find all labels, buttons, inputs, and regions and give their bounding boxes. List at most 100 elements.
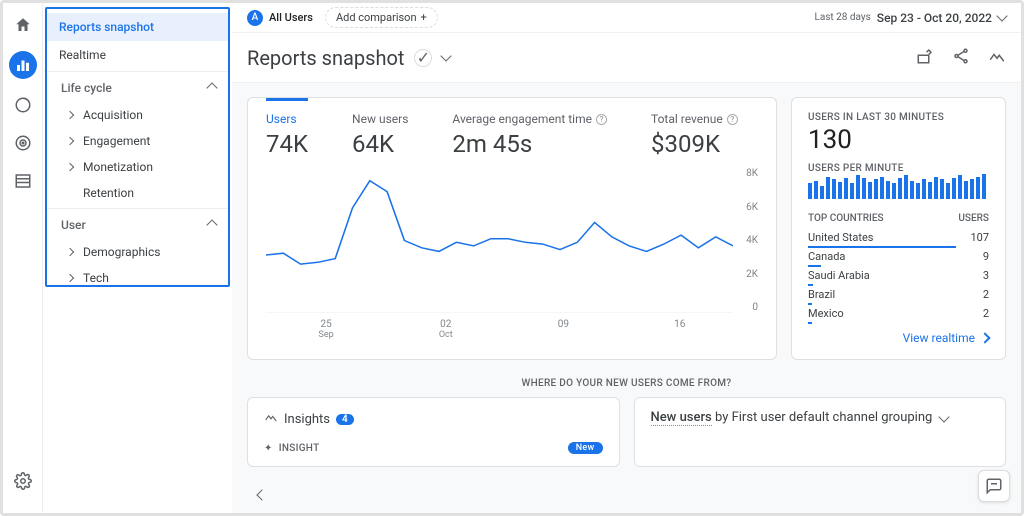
sidebar-item-label: Tech bbox=[83, 271, 109, 285]
share-icon[interactable] bbox=[952, 47, 970, 69]
overview-chart-card: Users74KNew users64KAverage engagement t… bbox=[247, 97, 777, 360]
realtime-heading: USERS IN LAST 30 MINUTES bbox=[808, 112, 989, 123]
insights-icon[interactable] bbox=[988, 47, 1006, 69]
insights-icon-small bbox=[264, 410, 278, 428]
view-realtime-label: View realtime bbox=[903, 331, 975, 345]
metric-total-revenue[interactable]: Total revenue ?$309K bbox=[651, 112, 738, 158]
segment-label[interactable]: All Users bbox=[269, 11, 313, 24]
caret-icon bbox=[66, 137, 74, 145]
verify-icon[interactable]: ✓ bbox=[414, 49, 432, 67]
sidebar-section-user[interactable]: User bbox=[47, 208, 228, 239]
customize-icon[interactable] bbox=[916, 47, 934, 69]
main: A All Users Add comparison + Last 28 day… bbox=[232, 3, 1021, 513]
new-users-source-title[interactable]: New users by First user default channel … bbox=[651, 410, 990, 425]
chevron-up-icon bbox=[206, 219, 217, 230]
metric-value: 74K bbox=[266, 130, 308, 158]
x-tick: 09 bbox=[558, 319, 569, 340]
home-icon[interactable] bbox=[11, 13, 35, 37]
spark-bar bbox=[850, 183, 854, 199]
spark-bar bbox=[934, 177, 938, 199]
country-row[interactable]: Mexico2.country-row:nth-child(5)::after{… bbox=[808, 304, 989, 323]
caret-icon bbox=[66, 274, 74, 282]
realtime-card: USERS IN LAST 30 MINUTES 130 USERS PER M… bbox=[791, 97, 1006, 360]
metric-label: Users bbox=[266, 112, 308, 126]
spark-bar bbox=[886, 181, 890, 199]
sidebar-item-reports-snapshot[interactable]: Reports snapshot bbox=[47, 13, 228, 41]
realtime-subheading: USERS PER MINUTE bbox=[808, 163, 989, 174]
country-row[interactable]: Canada9.country-row:nth-child(2)::after{… bbox=[808, 247, 989, 266]
realtime-value: 130 bbox=[808, 125, 989, 155]
spark-bar bbox=[982, 174, 986, 199]
settings-icon[interactable] bbox=[11, 469, 35, 493]
country-row[interactable]: Brazil2.country-row:nth-child(4)::after{… bbox=[808, 285, 989, 304]
y-tick: 6K bbox=[746, 202, 758, 213]
sidebar-item-retention[interactable]: Retention bbox=[47, 180, 228, 206]
spark-bar bbox=[868, 182, 872, 199]
sidebar-item-label: Realtime bbox=[59, 48, 106, 62]
sidebar-item-demographics[interactable]: Demographics bbox=[47, 239, 228, 265]
sidebar-section-label: Life cycle bbox=[61, 81, 112, 95]
country-name: Canada bbox=[808, 250, 845, 263]
add-comparison-button[interactable]: Add comparison + bbox=[325, 7, 438, 28]
nav-rail bbox=[3, 3, 43, 513]
spark-bar bbox=[952, 178, 956, 199]
add-comparison-label: Add comparison bbox=[336, 11, 417, 24]
sidebar-item-realtime[interactable]: Realtime bbox=[47, 41, 228, 69]
metric-average-engagement-time[interactable]: Average engagement time ?2m 45s bbox=[452, 112, 607, 158]
country-row[interactable]: United States107.country-row:nth-child(1… bbox=[808, 228, 989, 247]
sidebar-item-tech[interactable]: Tech bbox=[47, 265, 228, 287]
spark-bar bbox=[916, 183, 920, 199]
sidebar-section-lifecycle[interactable]: Life cycle bbox=[47, 71, 228, 102]
country-name: Saudi Arabia bbox=[808, 269, 870, 282]
countries-heading: TOP COUNTRIES bbox=[808, 213, 884, 224]
segment-badge[interactable]: A bbox=[247, 10, 263, 26]
metric-new-users[interactable]: New users64K bbox=[352, 112, 408, 158]
insights-card[interactable]: Insights 4 ✦ INSIGHT New bbox=[247, 397, 620, 467]
sidebar-item-label: Acquisition bbox=[83, 108, 143, 122]
chevron-down-icon[interactable] bbox=[441, 50, 452, 61]
country-row[interactable]: Saudi Arabia3.country-row:nth-child(3)::… bbox=[808, 266, 989, 285]
feedback-button[interactable] bbox=[978, 470, 1010, 502]
spark-bar bbox=[928, 182, 932, 199]
insight-label: INSIGHT bbox=[279, 443, 320, 454]
plus-icon: + bbox=[421, 11, 427, 24]
date-range-picker[interactable]: Sep 23 - Oct 20, 2022 bbox=[877, 11, 992, 25]
users-per-minute-sparkline bbox=[808, 174, 989, 199]
spark-bar bbox=[838, 182, 842, 199]
spark-bar bbox=[976, 177, 980, 199]
spark-bar bbox=[814, 181, 818, 199]
y-tick: 4K bbox=[746, 235, 758, 246]
metric-users[interactable]: Users 74K bbox=[266, 98, 308, 158]
help-icon[interactable]: ? bbox=[596, 114, 607, 125]
sidebar-item-acquisition[interactable]: Acquisition bbox=[47, 102, 228, 128]
metric-value: 64K bbox=[352, 130, 408, 158]
sidebar-section-label: User bbox=[61, 218, 86, 232]
spark-bar bbox=[808, 183, 812, 199]
view-realtime-link[interactable]: View realtime bbox=[808, 323, 989, 345]
y-tick: 2K bbox=[746, 269, 758, 280]
sidebar: Reports snapshot Realtime Life cycle Acq… bbox=[45, 7, 230, 287]
new-users-source-card[interactable]: New users by First user default channel … bbox=[634, 397, 1007, 467]
advertising-icon[interactable] bbox=[11, 131, 35, 155]
insights-title: Insights bbox=[284, 412, 330, 427]
spark-bar bbox=[922, 179, 926, 199]
reports-icon[interactable] bbox=[9, 51, 37, 79]
spark-bar bbox=[904, 175, 908, 199]
sidebar-item-monetization[interactable]: Monetization bbox=[47, 154, 228, 180]
sidebar-item-label: Retention bbox=[83, 186, 134, 200]
y-tick: 0 bbox=[752, 302, 758, 313]
new-badge: New bbox=[568, 442, 603, 454]
help-icon[interactable]: ? bbox=[727, 114, 738, 125]
explore-icon[interactable] bbox=[11, 93, 35, 117]
configure-icon[interactable] bbox=[11, 169, 35, 193]
spark-bar bbox=[880, 177, 884, 199]
spark-bar bbox=[910, 181, 914, 199]
sidebar-item-engagement[interactable]: Engagement bbox=[47, 128, 228, 154]
country-users: 2 bbox=[983, 307, 989, 320]
metric-value: 2m 45s bbox=[452, 130, 607, 158]
spark-bar bbox=[946, 183, 950, 199]
spark-bar bbox=[856, 175, 860, 199]
chevron-down-icon[interactable] bbox=[996, 10, 1007, 21]
caret-icon bbox=[66, 111, 74, 119]
spark-bar bbox=[874, 179, 878, 199]
